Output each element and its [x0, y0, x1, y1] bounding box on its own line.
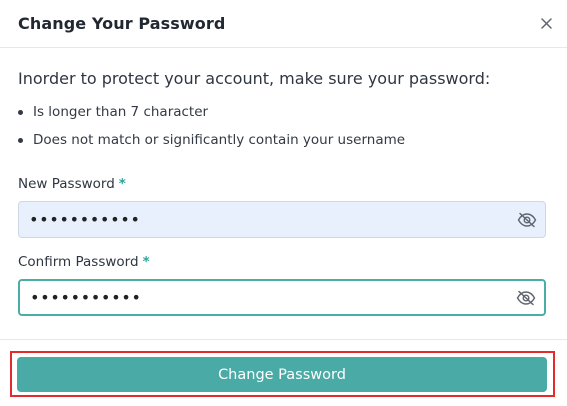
confirm-password-label-text: Confirm Password [18, 254, 139, 270]
confirm-password-label: Confirm Password * [18, 254, 547, 270]
password-rules-list: Is longer than 7 character Does not matc… [18, 98, 547, 154]
modal-header: Change Your Password [0, 0, 567, 48]
required-mark: * [118, 176, 126, 192]
new-password-label: New Password * [18, 176, 547, 192]
eye-off-icon[interactable] [515, 287, 537, 309]
bullet-icon [18, 109, 23, 115]
confirm-password-input[interactable] [20, 281, 490, 314]
list-item: Is longer than 7 character [18, 98, 547, 126]
list-item: Does not match or significantly contain … [18, 126, 547, 154]
instructions-text: Inorder to protect your account, make su… [18, 69, 491, 88]
rule-text: Is longer than 7 character [33, 104, 209, 120]
new-password-input[interactable] [19, 202, 489, 237]
confirm-password-field-wrapper [18, 279, 546, 316]
new-password-field-wrapper [18, 201, 546, 238]
new-password-label-text: New Password [18, 176, 115, 192]
modal-body: Inorder to protect your account, make su… [0, 48, 567, 316]
change-password-button[interactable]: Change Password [17, 357, 547, 392]
close-button[interactable] [537, 15, 555, 33]
change-password-modal: Change Your Password Inorder to protect … [0, 0, 567, 406]
required-mark: * [142, 254, 150, 270]
modal-footer-divider [0, 339, 567, 340]
modal-title: Change Your Password [18, 14, 226, 33]
bullet-icon [18, 137, 23, 143]
rule-text: Does not match or significantly contain … [33, 132, 406, 148]
eye-off-icon[interactable] [516, 209, 538, 231]
close-icon [540, 14, 552, 33]
